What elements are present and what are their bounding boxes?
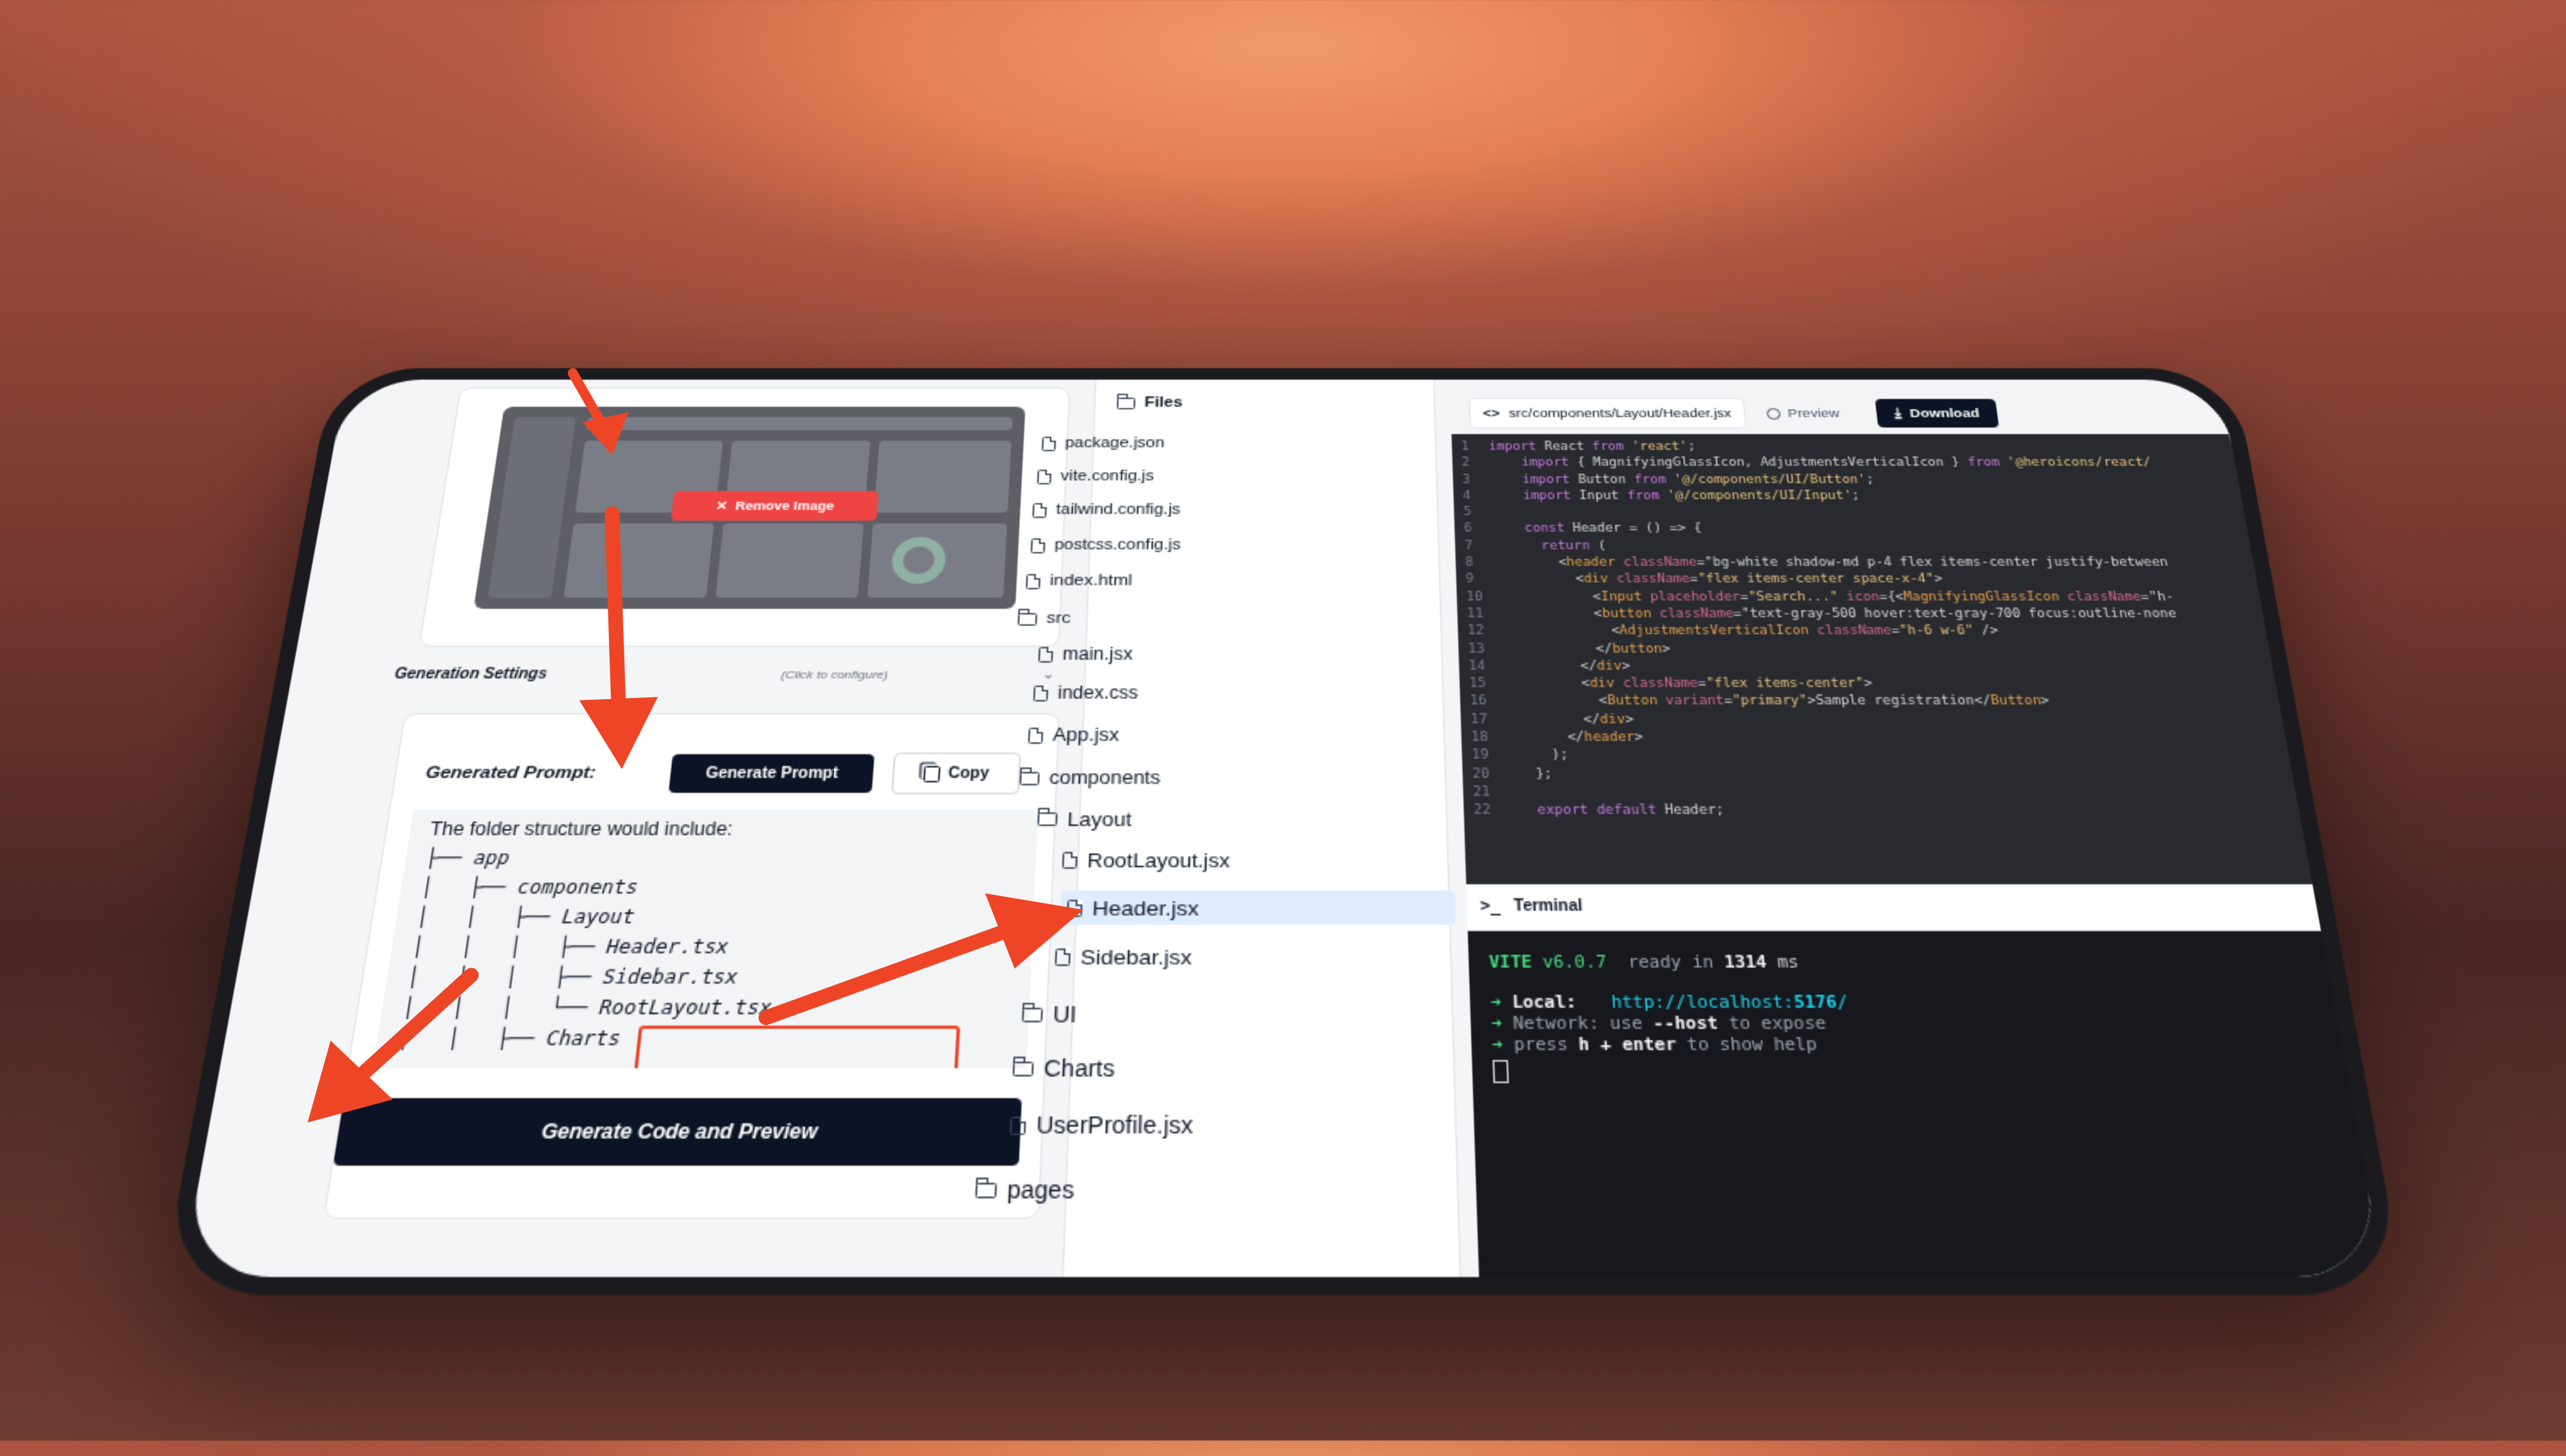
- stage: ✕ Remove Image Generation Settings (Clic…: [0, 0, 2566, 1440]
- annotation-arrow: [766, 893, 1083, 1018]
- annotation-arrow: [573, 373, 628, 455]
- annotation-arrow: [308, 975, 471, 1123]
- annotation-arrows: [0, 0, 2566, 1440]
- annotation-arrow: [579, 514, 658, 769]
